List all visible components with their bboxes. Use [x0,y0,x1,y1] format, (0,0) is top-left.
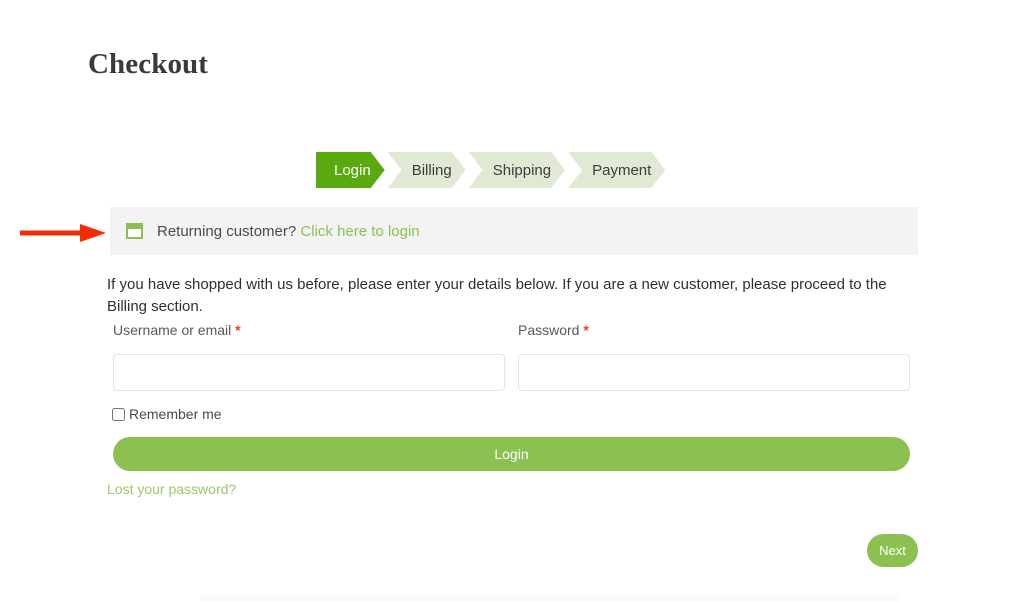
login-button[interactable]: Login [113,437,910,471]
page-title: Checkout [88,48,209,80]
login-description: If you have shopped with us before, plea… [107,276,887,315]
step-login[interactable]: Login [316,152,385,188]
note-icon [126,223,143,239]
password-required-marker: * [583,322,589,338]
lost-password-link[interactable]: Lost your password? [107,481,236,497]
step-billing[interactable]: Billing [388,152,466,188]
step-shipping-label: Shipping [492,161,552,179]
step-payment[interactable]: Payment [568,152,665,188]
remember-me-row[interactable]: Remember me [112,406,222,422]
step-login-label: Login [334,161,371,179]
remember-me-label: Remember me [129,406,222,422]
password-input[interactable] [518,354,910,391]
next-button[interactable]: Next [867,534,918,567]
username-label: Username or email * [113,322,241,338]
username-input[interactable] [113,354,505,391]
click-here-to-login-link[interactable]: Click here to login [300,223,419,240]
bottom-panel-edge [200,594,900,602]
annotation-arrow-icon [20,224,106,242]
returning-customer-prompt: Returning customer? [157,222,297,240]
password-label-text: Password [518,322,580,338]
remember-me-checkbox[interactable] [112,407,125,421]
username-label-text: Username or email [113,322,232,338]
username-required-marker: * [235,322,241,338]
step-payment-label: Payment [592,161,652,179]
step-shipping[interactable]: Shipping [469,152,565,188]
step-billing-label: Billing [411,161,452,179]
password-label: Password * [518,322,589,338]
returning-customer-text: Returning customer? Click here to login [157,223,420,240]
checkout-steps: Login Billing Shipping Payment [316,152,668,188]
returning-customer-bar[interactable]: Returning customer? Click here to login [110,207,918,255]
